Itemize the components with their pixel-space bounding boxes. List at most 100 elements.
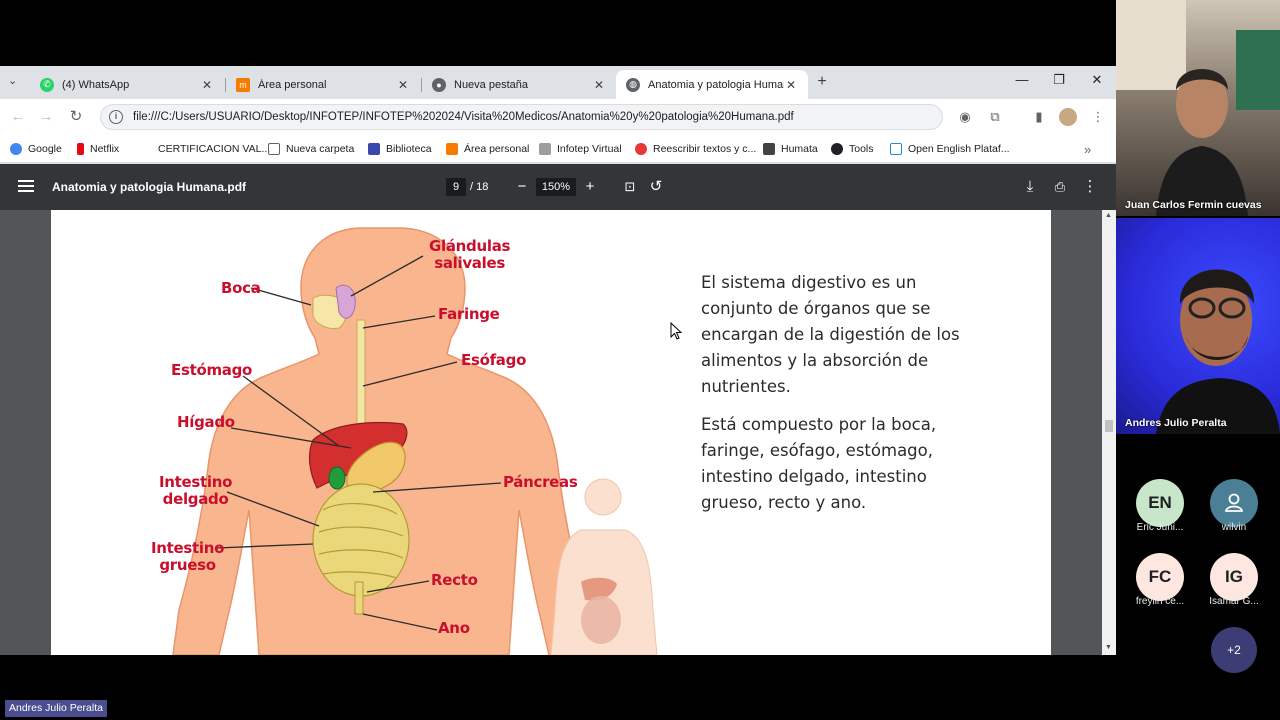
participant-name: Juan Carlos Fermin cuevas bbox=[1125, 199, 1262, 211]
avatar-isamar[interactable]: IG bbox=[1210, 553, 1258, 601]
folder-icon bbox=[268, 143, 280, 155]
tab-label: (4) WhatsApp bbox=[62, 78, 130, 91]
pdf-toolbar: Anatomia y patologia Humana.pdf 9 / 18 −… bbox=[0, 164, 1116, 210]
bookmark-google[interactable]: Google bbox=[10, 141, 62, 157]
tab-search-chevron-icon[interactable]: ⌄ bbox=[8, 74, 17, 87]
bookmark-humata[interactable]: Humata bbox=[763, 141, 818, 157]
avatar-name: freylin ce... bbox=[1135, 596, 1185, 607]
label-estomago: Estómago bbox=[171, 361, 253, 379]
zoom-in-icon[interactable]: + bbox=[580, 177, 600, 197]
bookmarks-overflow-chevron-icon[interactable]: » bbox=[1084, 141, 1091, 157]
presenter-name-tag: Andres Julio Peralta bbox=[5, 700, 107, 717]
bookmark-tools[interactable]: Tools bbox=[831, 141, 874, 157]
avatar-name: Eric Juni... bbox=[1136, 522, 1184, 533]
avatar-wilvin[interactable] bbox=[1210, 479, 1258, 527]
kebab-menu-icon[interactable]: ⋮ bbox=[1089, 108, 1107, 126]
participant-name: Andres Julio Peralta bbox=[1125, 417, 1227, 429]
address-bar[interactable]: i file:///C:/Users/USUARIO/Desktop/INFOT… bbox=[100, 104, 943, 130]
browser-window: ⌄ ✆ (4) WhatsApp ✕ m Área personal ✕ ● N… bbox=[0, 66, 1116, 655]
tab-nueva-pestana[interactable]: ● Nueva pestaña ✕ bbox=[422, 70, 616, 99]
open-english-icon bbox=[890, 143, 902, 155]
infotep-icon bbox=[539, 143, 551, 155]
label-faringe: Faringe bbox=[438, 305, 500, 323]
tab-anatomia-pdf[interactable]: ◍ Anatomia y patologia Humana.pdf ✕ bbox=[616, 70, 808, 99]
scroll-thumb[interactable] bbox=[1105, 420, 1113, 432]
bookmarks-bar: Google Netflix CERTIFICACION VAL... Nuev… bbox=[0, 135, 1116, 163]
avatar-freylin[interactable]: FC bbox=[1136, 553, 1184, 601]
label-pancreas: Páncreas bbox=[503, 473, 578, 491]
close-icon[interactable]: ✕ bbox=[784, 78, 798, 92]
bookmark-area-personal[interactable]: Área personal bbox=[446, 141, 529, 157]
label-recto: Recto bbox=[431, 571, 478, 589]
scroll-down-arrow-icon[interactable]: ▼ bbox=[1105, 644, 1112, 651]
pdf-title: Anatomia y patologia Humana.pdf bbox=[52, 180, 247, 194]
avatar-eric[interactable]: EN bbox=[1136, 479, 1184, 527]
moodle-icon: m bbox=[236, 77, 250, 92]
close-icon[interactable]: ✕ bbox=[200, 78, 214, 92]
forward-arrow-icon[interactable]: → bbox=[36, 107, 56, 127]
print-icon[interactable]: ⎙ bbox=[1050, 177, 1070, 197]
info-icon[interactable]: i bbox=[109, 110, 123, 124]
shield-icon bbox=[368, 143, 380, 155]
hamburger-menu-icon[interactable] bbox=[18, 178, 34, 194]
person-icon bbox=[1224, 493, 1244, 512]
label-ano: Ano bbox=[438, 619, 470, 637]
small-intestine bbox=[312, 483, 410, 597]
label-higado: Hígado bbox=[177, 413, 235, 431]
tools-icon bbox=[831, 143, 843, 155]
profile-avatar-icon[interactable] bbox=[1059, 108, 1077, 126]
globe-icon: ◍ bbox=[626, 77, 640, 92]
label-intestino-grueso: Intestino grueso bbox=[151, 539, 225, 574]
tab-label: Anatomia y patologia Humana.pdf bbox=[648, 78, 784, 91]
extensions-puzzle-icon[interactable]: ⧉ bbox=[986, 108, 1004, 126]
label-esofago: Esófago bbox=[461, 351, 527, 369]
zoom-level-input[interactable]: 150% bbox=[536, 178, 576, 196]
video-tile-juan-carlos[interactable]: Juan Carlos Fermin cuevas bbox=[1116, 0, 1280, 216]
zoom-out-icon[interactable]: − bbox=[512, 177, 532, 197]
bookmark-reescribir[interactable]: Reescribir textos y c... bbox=[635, 141, 756, 157]
bookmark-netflix[interactable]: Netflix bbox=[77, 141, 119, 157]
paragraph-composition: Está compuesto por la boca, faringe, esó… bbox=[701, 415, 937, 512]
window-close-icon[interactable]: ✕ bbox=[1082, 72, 1112, 92]
tab-area-personal[interactable]: m Área personal ✕ bbox=[226, 70, 420, 99]
page-total: / 18 bbox=[470, 181, 489, 193]
browser-toolbar: ← → ↻ i file:///C:/Users/USUARIO/Desktop… bbox=[0, 99, 1116, 135]
scroll-up-arrow-icon[interactable]: ▲ bbox=[1105, 212, 1112, 219]
restore-icon[interactable]: ❐ bbox=[1044, 72, 1074, 92]
chrome-icon: ● bbox=[432, 77, 446, 92]
pdf-page: Glándulas salivales Boca Faringe Esófago… bbox=[51, 210, 1051, 655]
google-icon bbox=[10, 143, 22, 155]
minimize-icon[interactable]: — bbox=[1007, 72, 1037, 92]
close-icon[interactable]: ✕ bbox=[396, 78, 410, 92]
close-icon[interactable]: ✕ bbox=[592, 78, 606, 92]
tab-strip: ⌄ ✆ (4) WhatsApp ✕ m Área personal ✕ ● N… bbox=[0, 66, 1116, 99]
description-text: El sistema digestivo es un conjunto de ó… bbox=[701, 270, 971, 528]
extension-circle-icon[interactable]: ◉ bbox=[956, 108, 974, 126]
label-intestino-delgado: Intestino delgado bbox=[159, 473, 233, 508]
new-tab-plus-icon[interactable]: + bbox=[812, 73, 832, 93]
pdf-scrollbar[interactable]: ▲ ▼ bbox=[1102, 210, 1116, 655]
side-panel-icon[interactable]: ▮ bbox=[1030, 108, 1048, 126]
bookmark-open-english[interactable]: Open English Plataf... bbox=[890, 141, 1010, 157]
page-number-input[interactable]: 9 bbox=[446, 178, 466, 196]
mouse-cursor-icon bbox=[670, 322, 682, 340]
download-icon[interactable]: ⤓ bbox=[1020, 177, 1040, 197]
fit-page-icon[interactable]: ⊡ bbox=[620, 177, 640, 197]
bookmark-certificacion[interactable]: CERTIFICACION VAL... bbox=[140, 141, 270, 157]
bookmark-biblioteca[interactable]: Biblioteca bbox=[368, 141, 432, 157]
label-boca: Boca bbox=[221, 279, 261, 297]
rotate-icon[interactable]: ↺ bbox=[646, 177, 666, 197]
label-glandulas-salivales: Glándulas salivales bbox=[429, 237, 511, 272]
avatar-name: wilvin bbox=[1221, 522, 1247, 533]
whatsapp-icon: ✆ bbox=[40, 77, 54, 92]
reload-icon[interactable]: ↻ bbox=[66, 107, 86, 127]
back-arrow-icon[interactable]: ← bbox=[8, 107, 28, 127]
pdf-viewport[interactable]: Glándulas salivales Boca Faringe Esófago… bbox=[0, 210, 1116, 655]
more-options-icon[interactable]: ⋮ bbox=[1080, 177, 1100, 197]
tab-whatsapp[interactable]: ✆ (4) WhatsApp ✕ bbox=[30, 70, 224, 99]
bookmark-infotep-virtual[interactable]: Infotep Virtual bbox=[539, 141, 622, 157]
video-tile-andres[interactable]: Andres Julio Peralta bbox=[1116, 218, 1280, 434]
netflix-icon bbox=[77, 143, 84, 155]
more-participants-button[interactable]: +2 bbox=[1211, 627, 1257, 673]
bookmark-nueva-carpeta[interactable]: Nueva carpeta bbox=[268, 141, 354, 157]
